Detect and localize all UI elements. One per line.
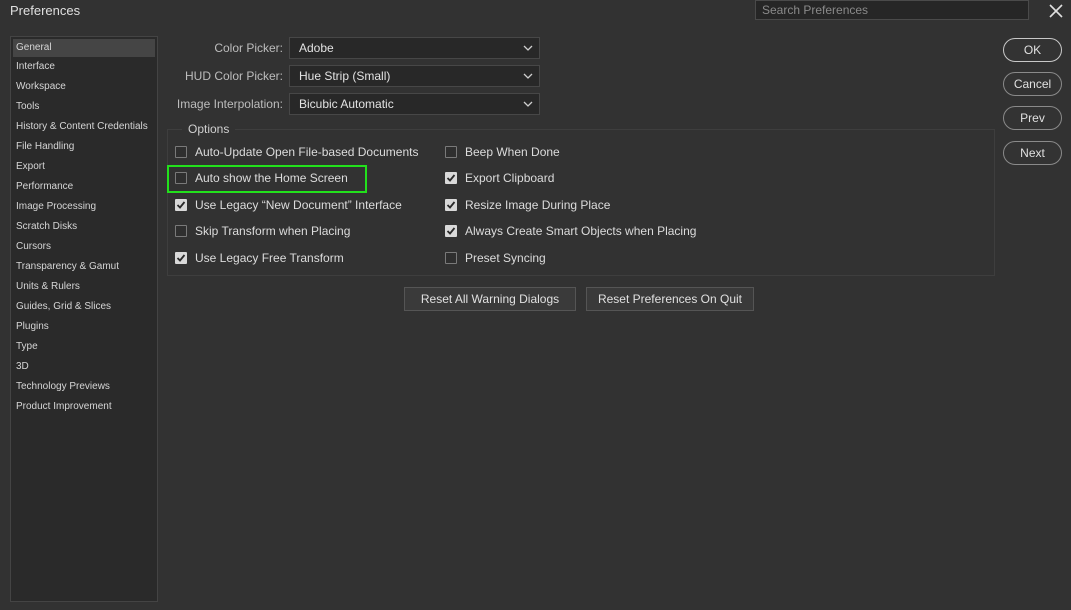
- options-legend: Options: [182, 122, 236, 136]
- sidebar-item-3d[interactable]: 3D: [11, 357, 157, 377]
- color-picker-value: Adobe: [299, 41, 334, 55]
- option-label: Skip Transform when Placing: [195, 224, 351, 238]
- ok-button[interactable]: OK: [1003, 38, 1062, 62]
- option-export-clipboard-checkbox[interactable]: Export Clipboard: [445, 171, 554, 185]
- image-interpolation-row: Image Interpolation: Bicubic Automatic: [169, 93, 540, 115]
- option-use-legacy-new-document-interface-checkbox[interactable]: Use Legacy “New Document” Interface: [175, 198, 402, 212]
- sidebar-item-file-handling[interactable]: File Handling: [11, 137, 157, 157]
- sidebar-item-type[interactable]: Type: [11, 337, 157, 357]
- checkbox-checked-icon[interactable]: [445, 225, 457, 237]
- checkbox-checked-icon[interactable]: [175, 199, 187, 211]
- checkbox-checked-icon[interactable]: [445, 199, 457, 211]
- checkbox-unchecked-icon[interactable]: [445, 146, 457, 158]
- option-label: Use Legacy “New Document” Interface: [195, 198, 402, 212]
- option-label: Preset Syncing: [465, 251, 546, 265]
- option-label: Resize Image During Place: [465, 198, 611, 212]
- dialog-title: Preferences: [10, 3, 81, 18]
- preferences-sidebar: General Interface Workspace Tools History & …: [10, 36, 158, 602]
- checkbox-checked-icon[interactable]: [175, 252, 187, 264]
- option-label: Export Clipboard: [465, 171, 555, 185]
- option-resize-image-during-place-checkbox[interactable]: Resize Image During Place: [445, 198, 610, 212]
- hud-color-picker-row: HUD Color Picker: Hue Strip (Small): [169, 65, 540, 87]
- sidebar-item-history-content-credentials[interactable]: History & Content Credentials: [11, 117, 157, 137]
- option-label: Beep When Done: [465, 145, 560, 159]
- next-button[interactable]: Next: [1003, 141, 1062, 165]
- sidebar-item-general[interactable]: General: [13, 39, 155, 57]
- checkbox-unchecked-icon[interactable]: [445, 252, 457, 264]
- sidebar-item-interface[interactable]: Interface: [11, 57, 157, 77]
- sidebar-item-cursors[interactable]: Cursors: [11, 237, 157, 257]
- sidebar-item-guides-grid-slices[interactable]: Guides, Grid & Slices: [11, 297, 157, 317]
- search-preferences-input[interactable]: [755, 0, 1029, 20]
- close-icon[interactable]: [1045, 0, 1067, 22]
- color-picker-row: Color Picker: Adobe: [169, 37, 540, 59]
- hud-color-picker-label: HUD Color Picker:: [184, 69, 283, 83]
- option-label: Use Legacy Free Transform: [195, 251, 344, 265]
- chevron-down-icon: [523, 45, 533, 51]
- sidebar-item-transparency-gamut[interactable]: Transparency & Gamut: [11, 257, 157, 277]
- sidebar-item-tools[interactable]: Tools: [11, 97, 157, 117]
- hud-color-picker-select[interactable]: Hue Strip (Small): [289, 65, 540, 87]
- highlight-box: [167, 165, 367, 193]
- option-use-legacy-free-transform-checkbox[interactable]: Use Legacy Free Transform: [175, 251, 344, 265]
- option-always-create-smart-objects-when-placing-checkbox[interactable]: Always Create Smart Objects when Placing: [445, 224, 696, 238]
- checkbox-unchecked-icon[interactable]: [175, 146, 187, 158]
- sidebar-list: General Interface Workspace Tools History & …: [11, 39, 157, 417]
- option-label: Auto-Update Open File-based Documents: [195, 145, 419, 159]
- prev-button[interactable]: Prev: [1003, 106, 1062, 130]
- image-interpolation-value: Bicubic Automatic: [299, 97, 394, 111]
- cancel-button[interactable]: Cancel: [1003, 72, 1062, 96]
- color-picker-select[interactable]: Adobe: [289, 37, 540, 59]
- checkbox-checked-icon[interactable]: [445, 172, 457, 184]
- chevron-down-icon: [523, 73, 533, 79]
- sidebar-item-workspace[interactable]: Workspace: [11, 77, 157, 97]
- option-beep-when-done-checkbox[interactable]: Beep When Done: [445, 145, 560, 159]
- option-skip-transform-when-placing-checkbox[interactable]: Skip Transform when Placing: [175, 224, 350, 238]
- chevron-down-icon: [523, 101, 533, 107]
- option-label: Always Create Smart Objects when Placing: [465, 224, 697, 238]
- hud-color-picker-value: Hue Strip (Small): [299, 69, 391, 83]
- image-interpolation-label: Image Interpolation:: [176, 97, 283, 111]
- sidebar-item-image-processing[interactable]: Image Processing: [11, 197, 157, 217]
- option-preset-syncing-checkbox[interactable]: Preset Syncing: [445, 251, 546, 265]
- reset-all-warning-dialogs-button[interactable]: Reset All Warning Dialogs: [404, 287, 576, 311]
- checkbox-unchecked-icon[interactable]: [175, 225, 187, 237]
- image-interpolation-select[interactable]: Bicubic Automatic: [289, 93, 540, 115]
- sidebar-item-units-rulers[interactable]: Units & Rulers: [11, 277, 157, 297]
- sidebar-item-scratch-disks[interactable]: Scratch Disks: [11, 217, 157, 237]
- sidebar-item-technology-previews[interactable]: Technology Previews: [11, 377, 157, 397]
- sidebar-item-performance[interactable]: Performance: [11, 177, 157, 197]
- title-bar: Preferences: [0, 0, 1071, 22]
- sidebar-item-plugins[interactable]: Plugins: [11, 317, 157, 337]
- sidebar-item-export[interactable]: Export: [11, 157, 157, 177]
- color-picker-label: Color Picker:: [214, 41, 283, 55]
- reset-preferences-on-quit-button[interactable]: Reset Preferences On Quit: [586, 287, 754, 311]
- sidebar-item-product-improvement[interactable]: Product Improvement: [11, 397, 157, 417]
- option-auto-update-open-file-based-documents-checkbox[interactable]: Auto-Update Open File-based Documents: [175, 145, 418, 159]
